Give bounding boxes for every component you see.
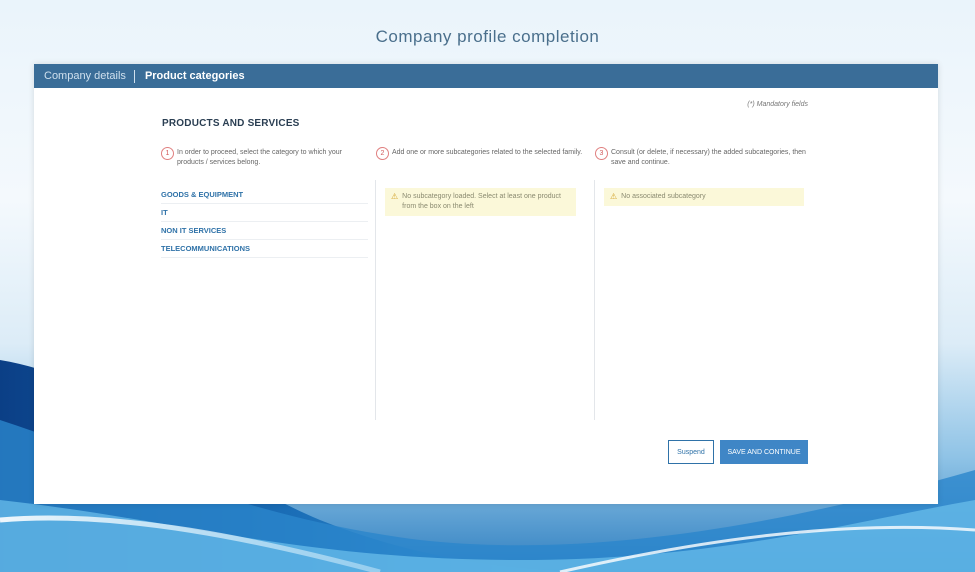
mandatory-fields-note: (*) Mandatory fields <box>747 101 808 108</box>
alert-text: No subcategory loaded. Select at least o… <box>402 193 561 210</box>
category-item-non-it-services[interactable]: NON IT SERVICES <box>161 222 368 240</box>
step-number-2: 2 <box>376 147 389 160</box>
step-2: 2 Add one or more subcategories related … <box>376 147 586 160</box>
profile-card: Company details Product categories (*) M… <box>34 64 938 504</box>
step-1: 1 In order to proceed, select the catego… <box>161 147 368 168</box>
tab-divider <box>133 69 135 83</box>
column-divider <box>375 180 376 420</box>
step-3: 3 Consult (or delete, if necessary) the … <box>595 147 810 168</box>
no-associated-subcategory-alert: ⚠ No associated subcategory <box>604 188 804 206</box>
section-title: PRODUCTS AND SERVICES <box>162 118 300 129</box>
tab-company-details[interactable]: Company details <box>44 70 126 82</box>
step-number-3: 3 <box>595 147 608 160</box>
save-and-continue-button[interactable]: SAVE AND CONTINUE <box>720 440 808 464</box>
no-subcategory-loaded-alert: ⚠ No subcategory loaded. Select at least… <box>385 188 576 216</box>
category-item-goods-equipment[interactable]: GOODS & EQUIPMENT <box>161 186 368 204</box>
warning-triangle-icon: ⚠ <box>610 192 618 201</box>
step-2-text: Add one or more subcategories related to… <box>392 149 583 156</box>
step-1-text: In order to proceed, select the category… <box>177 149 342 166</box>
page-title: Company profile completion <box>375 27 600 46</box>
suspend-button[interactable]: Suspend <box>668 440 714 464</box>
tab-bar: Company details Product categories <box>34 64 938 88</box>
step-number-1: 1 <box>161 147 174 160</box>
step-3-text: Consult (or delete, if necessary) the ad… <box>611 149 806 166</box>
category-item-it[interactable]: IT <box>161 204 368 222</box>
tab-product-categories[interactable]: Product categories <box>145 70 245 82</box>
column-divider <box>594 180 595 420</box>
category-item-telecommunications[interactable]: TELECOMMUNICATIONS <box>161 240 368 258</box>
category-list: GOODS & EQUIPMENT IT NON IT SERVICES TEL… <box>161 186 368 258</box>
alert-text: No associated subcategory <box>621 193 706 200</box>
warning-triangle-icon: ⚠ <box>391 192 399 201</box>
